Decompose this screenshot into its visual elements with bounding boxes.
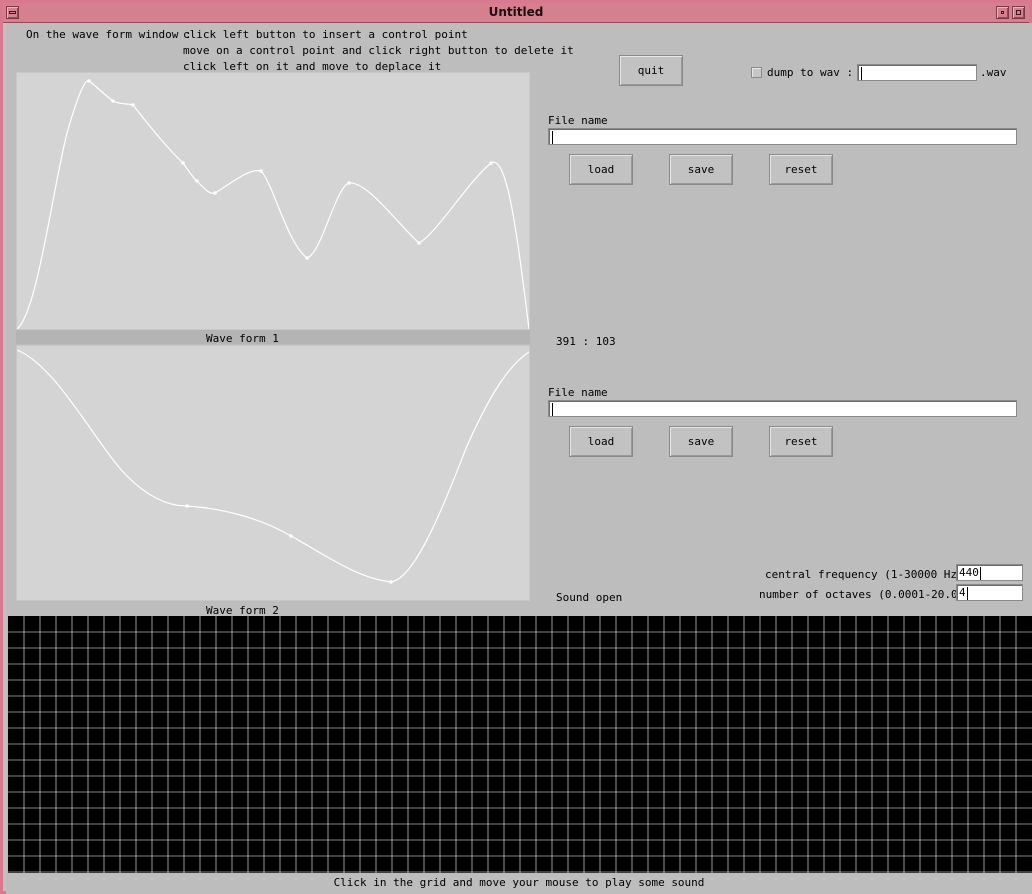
waveform-1-canvas[interactable] [16,72,530,330]
waveform-1-file-name-label: File name [548,114,608,127]
waveform-2-file-name-input[interactable] [548,400,1017,417]
waveform-2-control-points[interactable] [185,504,393,584]
octaves-label: number of octaves (0.0001-20.0) [759,588,965,601]
dump-filename-input[interactable] [857,64,977,81]
instructions-prefix: On the wave form window : [26,28,192,41]
central-frequency-value: 440 [959,566,979,579]
instruction-line-2: move on a control point and click right … [183,44,574,57]
waveform-2-curve [17,349,529,584]
main-content: On the wave form window : click left but… [6,23,1032,894]
sound-status: Sound open [556,591,623,604]
waveform-2-canvas[interactable] [16,345,530,601]
octaves-input[interactable]: 4 [956,584,1023,601]
grid-lines [8,616,1032,873]
text-caret [861,66,862,80]
cursor-coordinates: 391 : 103 [556,335,616,348]
waveform-2-file-name-label: File name [548,386,608,399]
text-caret [966,586,968,600]
minimize-icon [1001,11,1004,14]
status-bar: Click in the grid and move your mouse to… [333,876,705,889]
waveform-2-save-button[interactable]: save [669,426,733,457]
octaves-value: 4 [959,586,966,599]
waveform-2-reset-button[interactable]: reset [769,426,833,457]
wav-extension-label: .wav [980,66,1007,79]
quit-button[interactable]: quit [619,55,683,86]
title-bar[interactable]: Untitled [3,3,1029,23]
minimize-button[interactable] [996,6,1009,19]
dump-to-wav-label: dump to wav : [767,66,854,79]
waveform-1-save-button[interactable]: save [669,154,733,185]
text-caret [979,566,981,580]
central-frequency-input[interactable]: 440 [956,564,1023,581]
sound-play-grid[interactable] [8,616,1032,873]
waveform-1-file-name-input[interactable] [548,128,1017,145]
waveform-2-load-button[interactable]: load [569,426,633,457]
dump-to-wav-checkbox[interactable] [751,67,762,78]
app-window: Untitled On the wave form window : click… [0,0,1032,894]
window-title: Untitled [488,5,544,19]
waveform-1-curve [17,79,529,329]
text-caret [552,402,553,416]
central-frequency-label: central frequency (1-30000 Hz) [765,568,964,581]
waveform-1-reset-button[interactable]: reset [769,154,833,185]
text-caret [552,130,553,144]
maximize-button[interactable] [1012,6,1025,19]
waveform-1-label: Wave form 1 [206,332,279,345]
maximize-icon [1016,10,1021,15]
instruction-line-1: click left button to insert a control po… [183,28,468,41]
waveform-1-load-button[interactable]: load [569,154,633,185]
